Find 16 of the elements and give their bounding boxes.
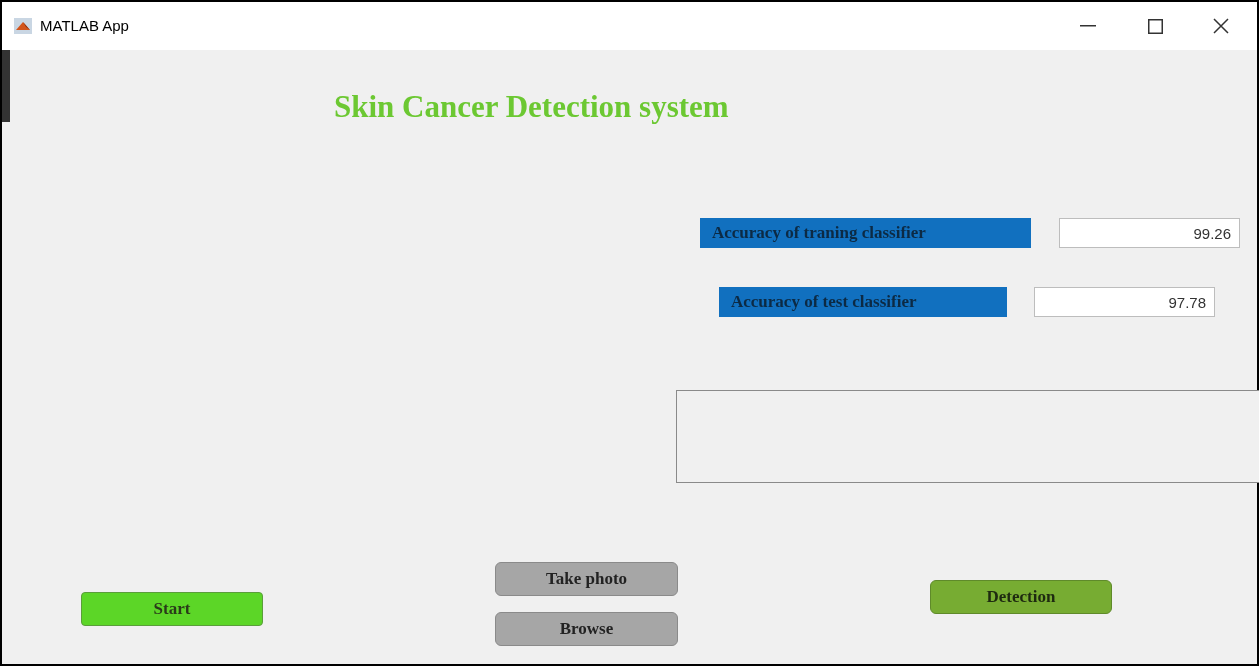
accuracy-field[interactable]: 99.26 (1059, 218, 1240, 248)
text-area[interactable] (676, 390, 1259, 483)
maximize-icon[interactable] (1148, 18, 1163, 34)
field-label: Accuracy of test classifier (719, 287, 1007, 317)
accuracy-field[interactable]: 97.78 (1034, 287, 1215, 317)
detection-button[interactable]: Detection (930, 580, 1112, 614)
close-icon[interactable] (1213, 18, 1229, 34)
edge-strip (2, 50, 10, 122)
browse-button[interactable]: Browse (495, 612, 678, 646)
window-title: MATLAB App (40, 15, 129, 36)
field-label: Accuracy of traning classifier (700, 218, 1031, 248)
app-logo-icon (14, 18, 32, 34)
start-button[interactable]: Start (81, 592, 263, 626)
minimize-icon[interactable] (1080, 25, 1096, 27)
app-heading: Skin Cancer Detection system (334, 88, 729, 126)
take-photo-button[interactable]: Take photo (495, 562, 678, 596)
